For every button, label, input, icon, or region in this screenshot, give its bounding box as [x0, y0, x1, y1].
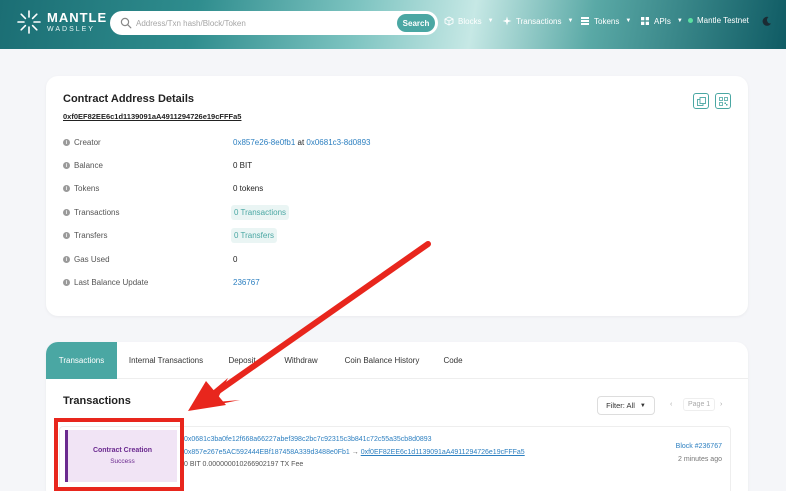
tokens-icon — [581, 17, 589, 25]
tx-from-link[interactable]: 0x857e267e5AC592444EBf187458A339d3488e0F… — [184, 449, 350, 456]
detail-row-transactions: i Transactions 0 Transactions — [63, 205, 723, 221]
pager-current: Page 1 — [683, 397, 716, 411]
tx-fee: 0 BIT 0.000000010266902197 TX Fee — [184, 461, 304, 468]
nav-tokens[interactable]: Tokens ▼ — [580, 16, 631, 26]
tokens-value: 0 tokens — [233, 184, 264, 193]
search-button[interactable]: Search — [397, 14, 435, 32]
qr-code-icon — [718, 96, 728, 106]
creator-address-link[interactable]: 0x857e26-8e0fb1 — [233, 138, 295, 147]
tx-arrow: → — [349, 449, 361, 456]
row-label: Balance — [74, 161, 103, 170]
tx-time: 2 minutes ago — [678, 456, 722, 463]
tab-coin-balance-history[interactable]: Coin Balance History — [339, 342, 425, 379]
logo-subtitle: WADSLEY — [47, 26, 95, 33]
contract-address[interactable]: 0xf0EF82EE6c1d1139091aA4911294726e19cFFF… — [63, 112, 241, 121]
transactions-count-pill[interactable]: 0 Transactions — [231, 205, 290, 220]
gas-used-value: 0 — [233, 255, 238, 264]
info-icon: i — [63, 279, 70, 286]
detail-row-gas-used: i Gas Used 0 — [63, 254, 723, 268]
tab-bar: Transactions Internal Transactions Depos… — [46, 342, 748, 379]
search-input[interactable] — [136, 15, 396, 31]
filter-dropdown[interactable]: Filter: All ▼ — [597, 396, 655, 415]
contract-details-card: Contract Address Details 0xf0EF82EE6c1d1… — [46, 76, 748, 316]
tx-addresses: 0x857e267e5AC592444EBf187458A339d3488e0F… — [184, 449, 525, 456]
nav-tokens-label: Tokens — [594, 16, 620, 26]
detail-row-last-balance-update: i Last Balance Update 236767 — [63, 277, 723, 291]
creator-at-text: at — [295, 138, 307, 147]
info-icon: i — [63, 256, 70, 263]
page-label: Page 1 — [683, 397, 716, 411]
search-icon — [120, 17, 132, 29]
chevron-down-icon: ▼ — [676, 18, 683, 24]
nav-apis[interactable]: APIs ▼ — [640, 16, 683, 26]
chevron-down-icon: ▼ — [487, 18, 494, 24]
chevron-left-icon: ‹ — [670, 400, 673, 408]
detail-row-transfers: i Transfers 0 Transfers — [63, 228, 723, 244]
row-label: Last Balance Update — [74, 278, 149, 287]
apis-icon — [641, 17, 649, 25]
tx-hash-link[interactable]: 0x0681c3ba0fe12f668a66227abef398c2bc7c92… — [184, 436, 432, 443]
copy-icon — [696, 96, 706, 106]
tab-withdraw[interactable]: Withdraw — [278, 342, 324, 379]
nav-blocks-label: Blocks — [458, 16, 482, 26]
tab-deposit[interactable]: Deposit — [222, 342, 262, 379]
row-label: Transactions — [74, 208, 120, 217]
detail-row-tokens: i Tokens 0 tokens — [63, 183, 723, 197]
pager-prev-button[interactable]: ‹ — [670, 397, 672, 411]
moon-icon[interactable] — [761, 16, 772, 27]
annotation-highlight-box — [54, 418, 184, 491]
search-bar: Search — [110, 11, 438, 35]
blocks-icon — [444, 16, 454, 26]
copy-address-button[interactable] — [693, 93, 709, 109]
row-label: Creator — [74, 138, 101, 147]
tab-internal-transactions[interactable]: Internal Transactions — [122, 342, 210, 379]
transactions-heading: Transactions — [63, 395, 131, 407]
network-label: Mantle Testnet — [697, 16, 749, 25]
transactions-icon — [502, 16, 512, 26]
nav-transactions[interactable]: Transactions ▼ — [502, 16, 573, 26]
network-status-dot — [688, 18, 693, 23]
qr-code-button[interactable] — [715, 93, 731, 109]
mantle-logo-icon — [17, 10, 41, 34]
creation-tx-link[interactable]: 0x0681c3-8d0893 — [306, 138, 370, 147]
mantle-logo[interactable]: MANTLE WADSLEY — [17, 10, 107, 34]
balance-value: 0 BIT — [233, 161, 253, 170]
tab-transactions[interactable]: Transactions — [46, 342, 117, 379]
row-label: Tokens — [74, 184, 100, 193]
info-icon: i — [63, 232, 70, 239]
nav-blocks[interactable]: Blocks ▼ — [444, 16, 494, 26]
pager-next-button[interactable]: › — [720, 397, 722, 411]
last-balance-block-link[interactable]: 236767 — [233, 278, 260, 287]
tx-to-link[interactable]: 0xf0EF82EE6c1d1139091aA4911294726e19cFFF… — [361, 449, 525, 456]
transfers-count-pill[interactable]: 0 Transfers — [231, 228, 278, 243]
logo-title: MANTLE — [47, 10, 108, 25]
info-icon: i — [63, 139, 70, 146]
info-icon: i — [63, 162, 70, 169]
row-label: Gas Used — [74, 255, 110, 264]
top-header: MANTLE WADSLEY Search Blocks ▼ Transacti… — [0, 0, 786, 49]
row-label: Transfers — [74, 231, 108, 240]
chevron-down-icon: ▼ — [639, 402, 646, 409]
chevron-right-icon: › — [720, 400, 723, 408]
filter-label: Filter: All — [606, 401, 635, 410]
card-title: Contract Address Details — [63, 93, 195, 105]
nav-transactions-label: Transactions — [516, 16, 562, 26]
info-icon: i — [63, 185, 70, 192]
tx-block-link[interactable]: Block #236767 — [676, 443, 722, 450]
tab-code[interactable]: Code — [438, 342, 468, 379]
detail-row-balance: i Balance 0 BIT — [63, 160, 723, 174]
info-icon: i — [63, 209, 70, 216]
nav-apis-label: APIs — [654, 16, 671, 26]
detail-row-creator: i Creator 0x857e26-8e0fb1 at 0x0681c3-8d0… — [63, 137, 723, 151]
chevron-down-icon: ▼ — [625, 18, 632, 24]
network-selector[interactable]: Mantle Testnet — [688, 16, 749, 25]
chevron-down-icon: ▼ — [567, 18, 574, 24]
